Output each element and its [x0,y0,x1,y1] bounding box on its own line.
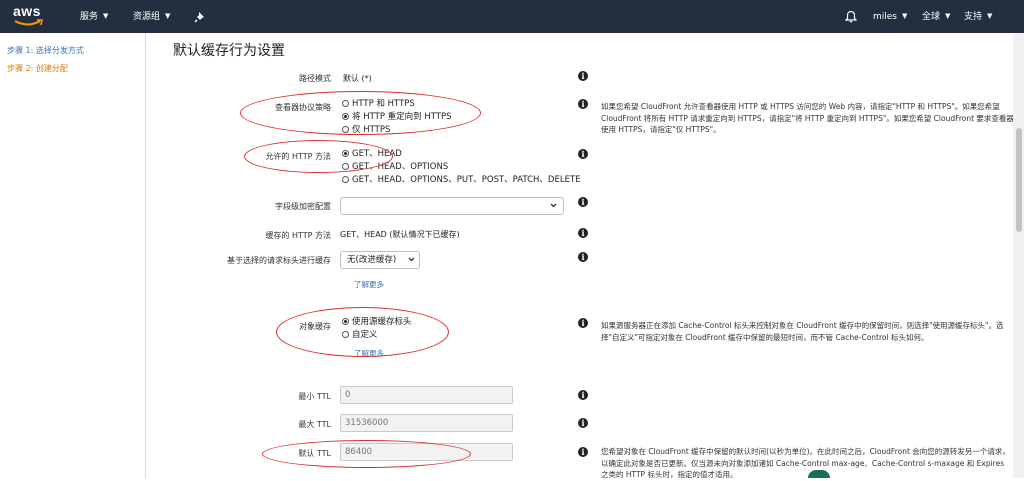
chevron-down-icon: ▼ [103,12,109,20]
default-ttl-input[interactable] [340,443,513,461]
default-ttl-help: 您希望对象在 CloudFront 缓存中保留的默认时间(以秒为单位)。在此时间… [601,447,1010,479]
cached-methods-value: GET、HEAD (默认情况下已缓存) [340,230,460,239]
allowed-methods-label: 允许的 HTTP 方法 [265,152,331,161]
field-encryption-select[interactable] [340,197,564,215]
radio-get-head[interactable]: GET、HEAD [342,148,402,160]
radio-label: GET、HEAD、OPTIONS、PUT、POST、PATCH、DELETE [352,175,581,185]
radio-circle [342,176,349,183]
radio-https-only[interactable]: 仅 HTTPS [342,124,390,136]
radio-circle-selected [342,318,349,325]
viewer-protocol-help: 如果您希望 CloudFront 允许查看器使用 HTTP 或 HTTPS 访问… [601,102,1014,134]
radio-label: 仅 HTTPS [352,125,391,135]
aws-smile-icon [14,19,43,26]
max-ttl-label: 最大 TTL [298,420,331,429]
radio-circle [342,163,349,170]
radio-circle [342,100,349,107]
radio-get-head-options[interactable]: GET、HEAD、OPTIONS [342,161,448,173]
info-icon[interactable]: i [578,418,588,428]
radio-label: 将 HTTP 重定向到 HTTPS [352,112,452,122]
scrollbar-thumb[interactable] [1016,128,1022,232]
cached-methods-label: 缓存的 HTTP 方法 [265,231,331,240]
services-menu-label: 服务 [80,12,99,22]
chevron-down-icon: ▼ [902,12,908,20]
radio-circle-selected [342,150,349,157]
learn-more-link[interactable]: 了解更多 [354,279,384,290]
cache-headers-value: 无(改进缓存) [347,255,397,265]
viewer-protocol-label: 查看器协议策略 [275,103,331,112]
step-2-current[interactable]: 步骤 2: 创建分配 [7,63,68,74]
radio-circle [342,126,349,133]
region-label: 全球 [922,12,941,22]
chevron-down-icon [550,203,557,208]
radio-label: HTTP 和 HTTPS [352,99,415,109]
info-icon[interactable]: i [578,390,588,400]
radio-label: 自定义 [352,330,378,340]
chevron-down-icon: ▼ [165,12,171,20]
radio-label: 使用源缓存标头 [352,317,412,327]
info-icon[interactable]: i [578,99,588,109]
info-icon[interactable]: i [578,197,588,207]
radio-all-methods[interactable]: GET、HEAD、OPTIONS、PUT、POST、PATCH、DELETE [342,174,581,186]
scrollbar-track[interactable] [1013,33,1024,478]
default-ttl-label: 默认 TTL [298,449,331,458]
wizard-steps-sidebar: 步骤 1: 选择分发方式 步骤 2: 创建分配 [0,33,146,478]
cache-headers-label: 基于选择的请求标头进行缓存 [227,256,331,265]
chevron-down-icon: ▼ [987,12,993,20]
resource-groups-label: 资源组 [133,12,161,22]
path-pattern-label: 路径模式 [299,74,331,83]
min-ttl-input[interactable] [340,386,513,404]
pin-icon[interactable] [194,11,206,23]
info-icon[interactable]: i [578,149,588,159]
radio-customize[interactable]: 自定义 [342,329,378,341]
info-icon[interactable]: i [578,447,588,457]
support-menu[interactable]: 支持 ▼ [964,0,992,33]
top-navigation-bar: aws 服务 ▼ 资源组 ▼ miles ▼ 全球 ▼ 支持 ▼ [0,0,1024,33]
radio-label: GET、HEAD [352,149,402,159]
radio-http-and-https[interactable]: HTTP 和 HTTPS [342,98,415,110]
path-pattern-value: 默认 (*) [343,74,372,83]
chevron-down-icon [408,257,415,262]
radio-circle-selected [342,113,349,120]
min-ttl-label: 最小 TTL [298,392,331,401]
field-encryption-label: 字段级加密配置 [275,202,331,211]
support-label: 支持 [964,12,983,22]
resource-groups-menu[interactable]: 资源组 ▼ [133,0,170,33]
services-menu[interactable]: 服务 ▼ [80,0,108,33]
info-icon[interactable]: i [578,318,588,328]
info-icon[interactable]: i [578,252,588,262]
region-menu[interactable]: 全球 ▼ [922,0,950,33]
object-caching-label: 对象缓存 [299,322,331,331]
info-icon[interactable]: i [578,228,588,238]
radio-circle [342,331,349,338]
max-ttl-input[interactable] [340,414,513,432]
step-1-link[interactable]: 步骤 1: 选择分发方式 [7,45,84,56]
user-menu[interactable]: miles ▼ [873,0,907,33]
floating-badge-icon [808,470,830,478]
object-caching-help: 如果源服务器正在添加 Cache-Control 标头来控制对象在 CloudF… [601,321,1004,342]
bell-icon[interactable] [845,10,857,23]
radio-use-origin-headers[interactable]: 使用源缓存标头 [342,316,412,328]
aws-logo[interactable]: aws [13,3,47,29]
aws-logo-text: aws [13,3,41,19]
radio-label: GET、HEAD、OPTIONS [352,162,449,172]
info-icon[interactable]: i [578,71,588,81]
chevron-down-icon: ▼ [945,12,951,20]
learn-more-link[interactable]: 了解更多 [354,348,384,359]
user-name: miles [873,12,897,22]
page-title: 默认缓存行为设置 [173,43,285,59]
radio-redirect-https[interactable]: 将 HTTP 重定向到 HTTPS [342,111,452,123]
cache-headers-select[interactable]: 无(改进缓存) [340,251,420,269]
